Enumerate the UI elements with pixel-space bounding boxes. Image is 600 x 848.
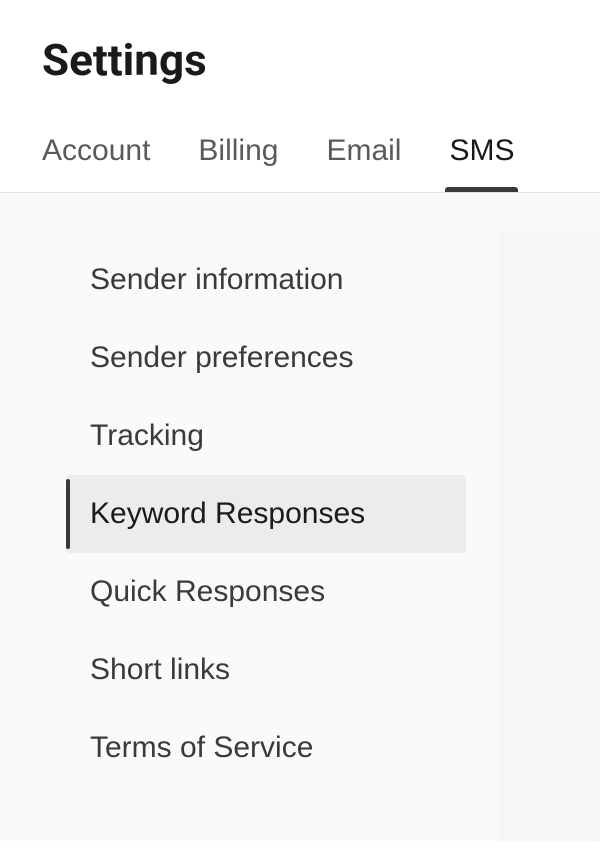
sidebar-item-quick-responses[interactable]: Quick Responses bbox=[66, 553, 466, 631]
content-panel bbox=[500, 233, 600, 841]
sidebar-item-short-links[interactable]: Short links bbox=[66, 631, 466, 709]
tab-sms[interactable]: SMS bbox=[449, 134, 514, 192]
sidebar-item-sender-preferences[interactable]: Sender preferences bbox=[66, 319, 466, 397]
content-area: Sender information Sender preferences Tr… bbox=[0, 193, 600, 841]
settings-header: Settings Account Billing Email SMS bbox=[0, 0, 600, 193]
sidebar-item-keyword-responses[interactable]: Keyword Responses bbox=[66, 475, 466, 553]
sidebar-item-sender-information[interactable]: Sender information bbox=[66, 241, 466, 319]
sidebar-item-terms-of-service[interactable]: Terms of Service bbox=[66, 709, 466, 787]
tab-email[interactable]: Email bbox=[326, 134, 401, 192]
tab-billing[interactable]: Billing bbox=[198, 134, 278, 192]
sidebar-item-tracking[interactable]: Tracking bbox=[66, 397, 466, 475]
tab-account[interactable]: Account bbox=[42, 134, 150, 192]
tabs: Account Billing Email SMS bbox=[42, 134, 558, 192]
page-title: Settings bbox=[42, 34, 558, 86]
sidebar: Sender information Sender preferences Tr… bbox=[0, 193, 500, 841]
